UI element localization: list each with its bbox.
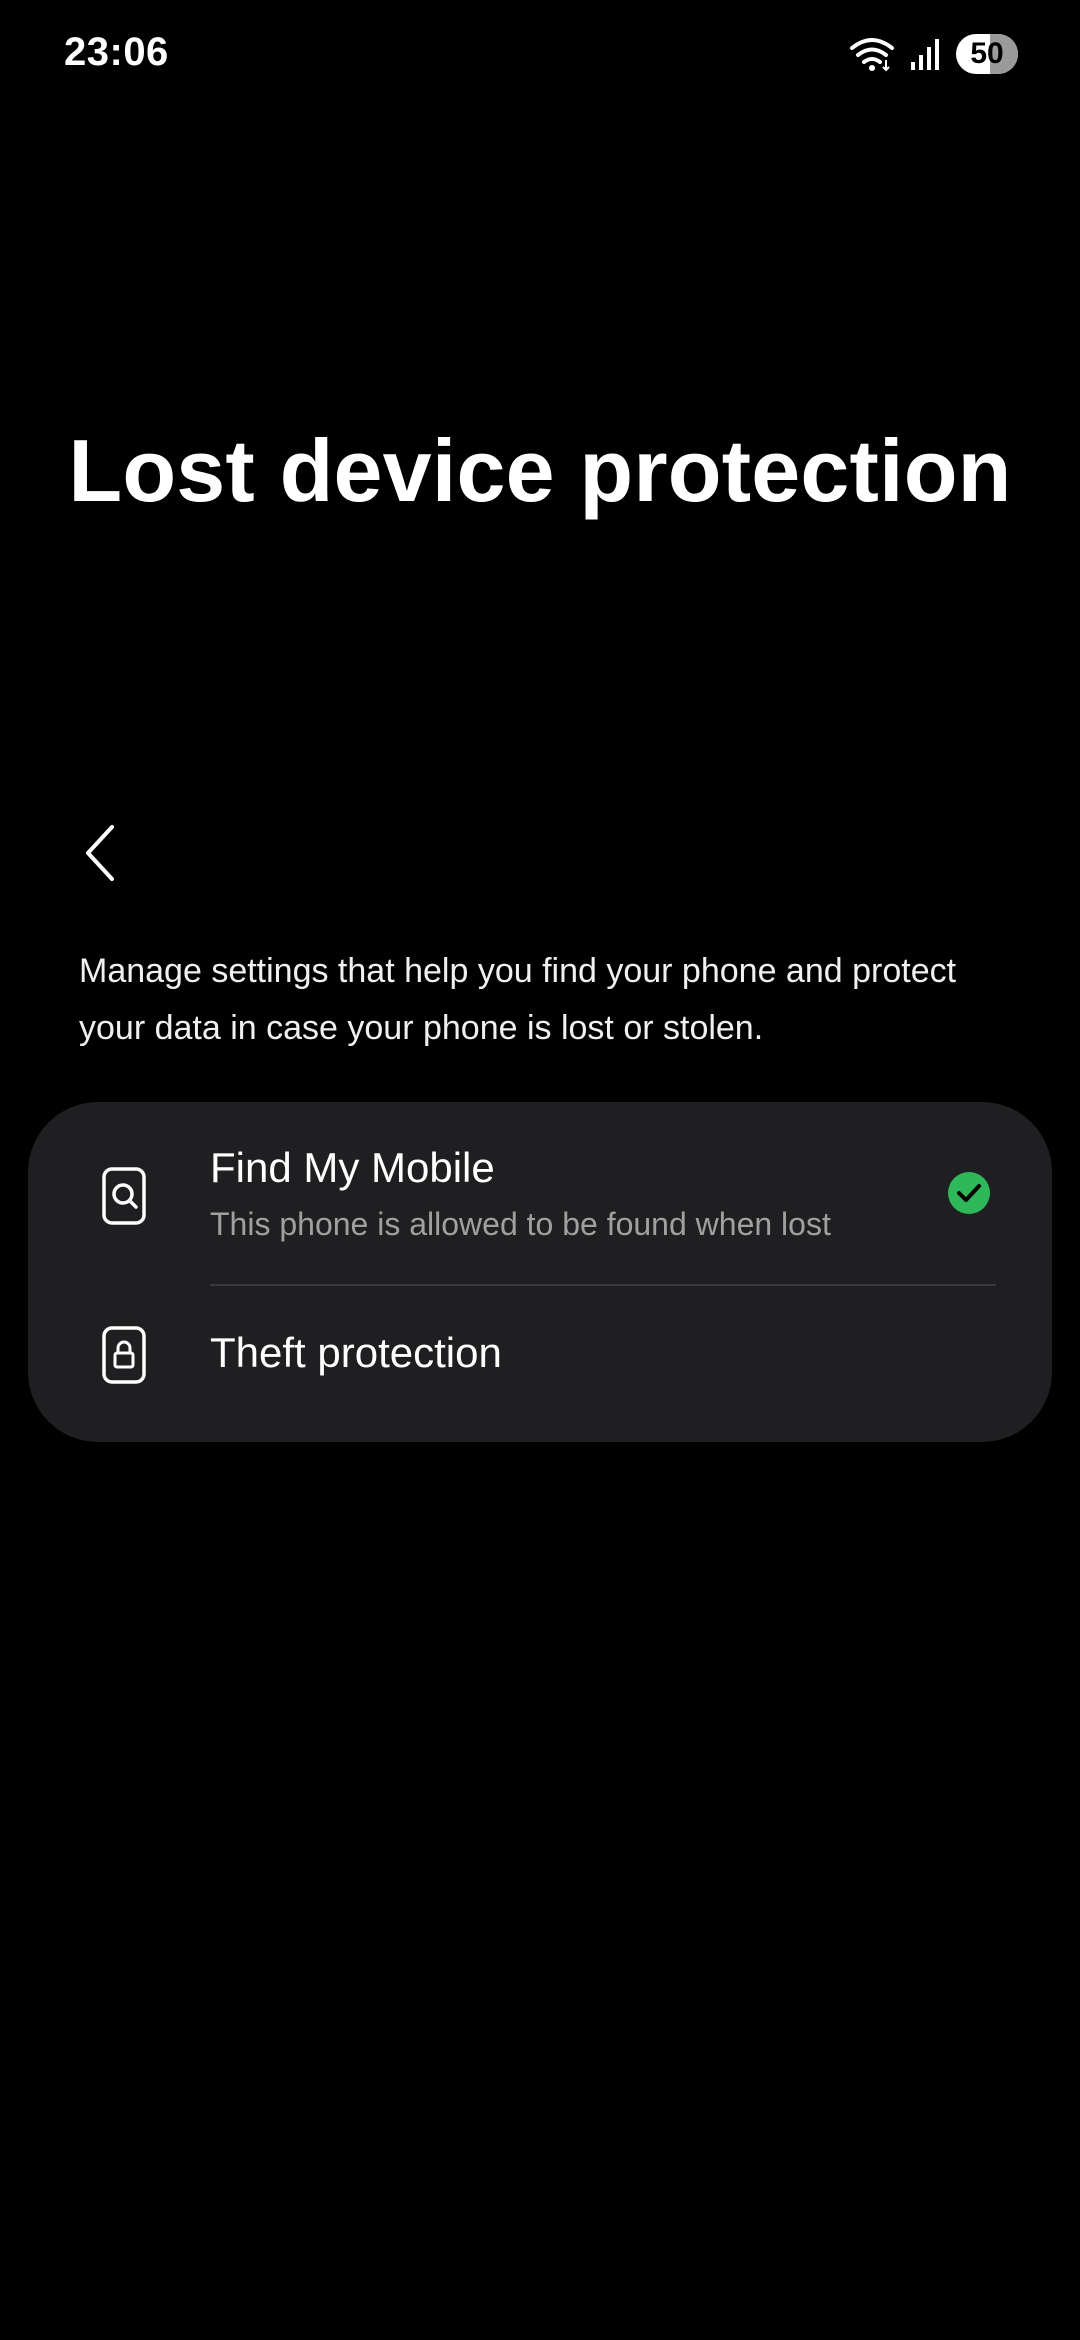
theft-protection-title: Theft protection — [210, 1329, 502, 1376]
phone-lock-icon — [100, 1325, 152, 1385]
phone-search-icon — [100, 1166, 152, 1226]
status-bar: 23:06 50 — [0, 0, 1080, 110]
theft-protection-item[interactable]: Theft protection — [28, 1285, 1052, 1442]
battery-level: 50 — [970, 37, 1004, 70]
find-my-mobile-subtitle: This phone is allowed to be found when l… — [210, 1206, 831, 1242]
page-title: Lost device protection — [68, 421, 1012, 520]
find-my-mobile-item[interactable]: Find My Mobile This phone is allowed to … — [28, 1102, 1052, 1285]
chevron-left-icon — [80, 823, 120, 888]
status-icons: 50 — [850, 34, 1018, 74]
settings-card: Find My Mobile This phone is allowed to … — [28, 1102, 1052, 1442]
back-button[interactable] — [60, 810, 140, 900]
check-circle-icon — [948, 1172, 990, 1214]
battery-icon: 50 — [956, 34, 1018, 74]
status-time: 23:06 — [64, 30, 169, 74]
find-my-mobile-title: Find My Mobile — [210, 1144, 495, 1191]
signal-icon — [910, 38, 940, 70]
page-description: Manage settings that help you find your … — [79, 952, 957, 1047]
wifi-icon — [850, 36, 894, 72]
